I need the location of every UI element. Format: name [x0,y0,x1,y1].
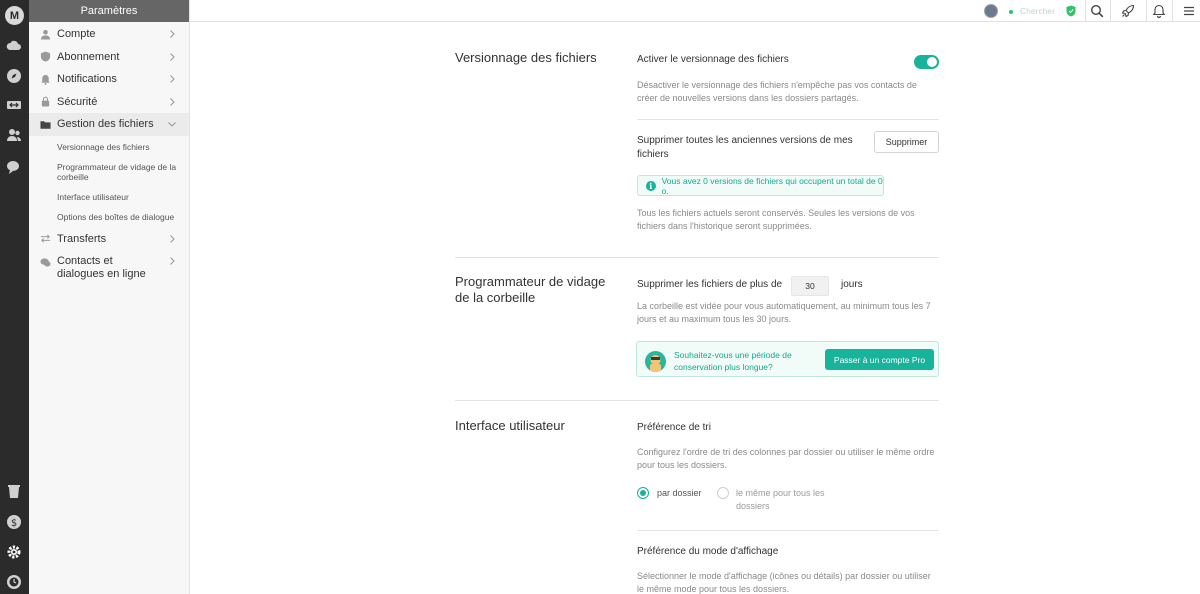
scheduler-desc: La corbeille est vidée pour vous automat… [637,301,931,324]
radio-same-for-all-label: le même pour tous les dossiers [736,488,825,511]
transfer-icon [39,233,51,245]
mega-logo[interactable]: M [5,6,24,25]
versioning-toggle-desc: Désactiver le versionnage des fichiers n… [637,80,917,103]
sidebar-title: Paramètres [29,0,189,22]
divider [637,530,939,531]
lock-icon [39,96,51,108]
settings-content: Versionnage des fichiers Activer le vers… [190,23,1200,594]
transfer-icon[interactable] [5,96,23,114]
section-divider [455,400,939,401]
upsell-text: Souhaitez-vous une période de conservati… [674,350,792,372]
chevron-right-icon [170,97,175,106]
sidebar-item-contacts-chat[interactable]: Contacts et dialogues en ligne [29,250,189,286]
top-bar: Chercher [190,0,1200,22]
trash-icon[interactable] [5,482,23,500]
subitem-file-versioning[interactable]: Versionnage des fichiers [29,142,189,152]
upsell-illustration [645,351,666,372]
delete-versions-desc: Tous les fichiers actuels seront conserv… [637,208,915,231]
shield-icon [39,51,51,63]
divider [637,119,939,120]
sidebar-item-notifications[interactable]: Notifications [29,68,189,91]
dollar-icon[interactable]: $ [5,513,23,531]
compass-icon[interactable] [5,67,23,85]
subitem-dialog-options[interactable]: Options des boîtes de dialogue [29,212,189,222]
section-title-user-interface: Interface utilisateur [455,418,565,433]
sidebar-item-label: Gestion des fichiers [57,118,154,131]
bell-icon [39,73,51,85]
upgrade-pro-button[interactable]: Passer à un compte Pro [825,349,934,370]
sidebar-item-label: Contacts et dialogues en ligne [57,255,146,280]
radio-per-folder-label: par dossier [657,488,702,498]
subitem-rubbish-scheduler[interactable]: Programmateur de vidage de la corbeille [29,162,179,182]
sidebar-item-label: Notifications [57,73,117,86]
info-icon: i [646,180,656,191]
sidebar-item-file-management[interactable]: Gestion des fichiers [29,113,189,136]
chevron-right-icon [170,52,175,61]
radio-per-folder[interactable] [637,487,649,499]
days-suffix: jours [841,279,863,290]
settings-sidebar: Paramètres Compte Abonnement Notificatio… [29,0,190,594]
folder-icon [39,118,51,130]
menu-icon[interactable] [1181,3,1197,19]
divider [1172,0,1173,22]
days-input[interactable]: 30 [791,276,829,296]
chevron-right-icon [170,30,175,38]
sort-preference-title: Préférence de tri [637,422,711,433]
radio-same-for-all[interactable] [717,487,729,499]
user-icon [39,28,51,40]
online-status-dot [1009,10,1013,14]
chevron-right-icon [170,234,175,243]
bell-icon[interactable] [1151,3,1167,19]
sidebar-item-label: Transferts [57,232,107,245]
verified-shield-icon [1066,5,1076,17]
pro-upsell-box: Souhaitez-vous une période de conservati… [636,341,939,377]
sidebar-item-transfers[interactable]: Transferts [29,228,189,251]
section-divider [455,257,939,258]
divider [1146,0,1147,22]
chevron-down-icon [168,122,176,127]
sidebar-item-label: Abonnement [57,50,120,63]
section-title-versioning: Versionnage des fichiers [455,50,597,65]
divider [1085,0,1086,22]
settings-icon[interactable] [5,543,23,561]
section-title-rubbish-scheduler: Programmateur de vidage de la corbeille [455,274,606,305]
icon-rail: M $ [0,0,29,594]
chat-icon[interactable] [5,158,23,176]
view-mode-desc: Sélectionner le mode d'affichage (icônes… [637,571,931,594]
chevron-right-icon [170,257,175,265]
search-icon[interactable] [1089,3,1105,19]
sidebar-item-account[interactable]: Compte [29,23,189,46]
versions-info-text: Vous avez 0 versions de fichiers qui occ… [661,175,883,196]
sidebar-item-security[interactable]: Sécurité [29,91,189,114]
contacts-icon[interactable] [5,126,23,144]
subitem-user-interface[interactable]: Interface utilisateur [29,192,189,202]
user-name[interactable]: Chercher [1020,6,1055,16]
sidebar-item-label: Sécurité [57,95,98,108]
avatar[interactable] [984,4,998,18]
delete-versions-button[interactable]: Supprimer [874,131,939,153]
divider [1110,0,1111,22]
versioning-toggle[interactable] [914,55,939,69]
sort-preference-desc: Configurez l'ordre de tri des colonnes p… [637,447,935,470]
versions-info-box: i Vous avez 0 versions de fichiers qui o… [637,175,884,196]
chevron-right-icon [170,75,175,83]
delete-versions-label: Supprimer toutes les anciennes versions … [637,135,853,160]
cloud-icon[interactable] [5,37,23,55]
sidebar-item-subscription[interactable]: Abonnement [29,46,189,69]
versioning-toggle-label: Activer le versionnage des fichiers [637,54,789,65]
sidebar-item-label: Compte [57,28,96,41]
view-mode-title: Préférence du mode d'affichage [637,546,779,557]
clock-icon[interactable] [5,573,23,591]
delete-after-label: Supprimer les fichiers de plus de [637,279,783,290]
chat-icon [39,256,51,268]
svg-text:$: $ [11,518,17,529]
rocket-icon[interactable] [1120,3,1136,19]
